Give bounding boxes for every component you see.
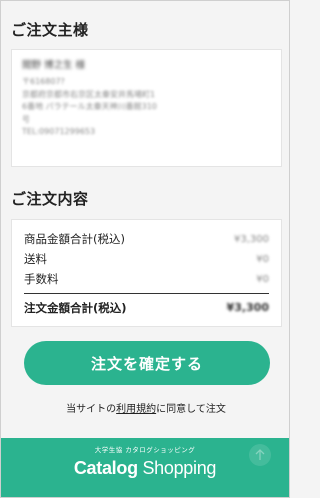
- logo-catalog-text: Catalog: [73, 458, 138, 478]
- orderer-name: 閲野 博之生 様: [22, 60, 86, 71]
- shipping-value: ¥0: [256, 253, 269, 265]
- terms-link[interactable]: 利用規約: [116, 404, 156, 415]
- total-value: ¥3,300: [226, 301, 269, 314]
- shipping-row: 送料 ¥0: [24, 249, 269, 269]
- order-section-title: ご注文内容: [11, 190, 89, 208]
- terms-agreement-text: 当サイトの利用規約に同意して注文: [1, 400, 291, 415]
- arrow-up-icon: [255, 449, 265, 460]
- fee-label: 手数料: [24, 272, 59, 286]
- terms-prefix: 当サイトの: [66, 404, 117, 415]
- orderer-address-line1: 京都府京都市右京区太秦安井馬場町1: [22, 89, 156, 99]
- subtotal-row: 商品金額合計(税込) ¥3,300: [24, 229, 269, 249]
- shipping-label: 送料: [24, 252, 47, 266]
- footer: 大学生協 カタログショッピング Catalog Shopping: [1, 438, 289, 497]
- order-details-card: 商品金額合計(税込) ¥3,300 送料 ¥0 手数料 ¥0 注文金額合計(税込…: [11, 219, 282, 327]
- fee-row: 手数料 ¥0: [24, 269, 269, 289]
- subtotal-value: ¥3,300: [234, 233, 269, 245]
- logo-shopping-text: Shopping: [137, 458, 217, 478]
- orderer-card: 閲野 博之生 様 〒616807? 京都府京都市右京区太秦安井馬場町1 6番地 …: [11, 49, 282, 167]
- subtotal-label: 商品金額合計(税込): [24, 232, 125, 246]
- back-to-top-button[interactable]: [249, 444, 271, 466]
- footer-subtitle: 大学生協 カタログショッピング: [94, 446, 196, 454]
- orderer-phone: TEL:09071299653: [22, 127, 96, 136]
- catalog-shopping-logo[interactable]: Catalog Shopping: [1, 458, 289, 479]
- orderer-address-line3: 号: [22, 114, 30, 124]
- orderer-postal: 〒616807?: [22, 77, 65, 86]
- orderer-address-line2: 6番地 パラテール太秦天神川番館310: [22, 102, 157, 111]
- total-label: 注文金額合計(税込): [24, 300, 127, 315]
- confirm-order-button[interactable]: 注文を確定する: [24, 341, 270, 385]
- orderer-section-title: ご注文主様: [11, 21, 89, 39]
- page-frame: ご注文主様 閲野 博之生 様 〒616807? 京都府京都市右京区太秦安井馬場町…: [0, 0, 290, 498]
- fee-value: ¥0: [256, 273, 269, 285]
- total-row: 注文金額合計(税込) ¥3,300: [24, 293, 269, 318]
- terms-suffix: に同意して注文: [156, 404, 226, 415]
